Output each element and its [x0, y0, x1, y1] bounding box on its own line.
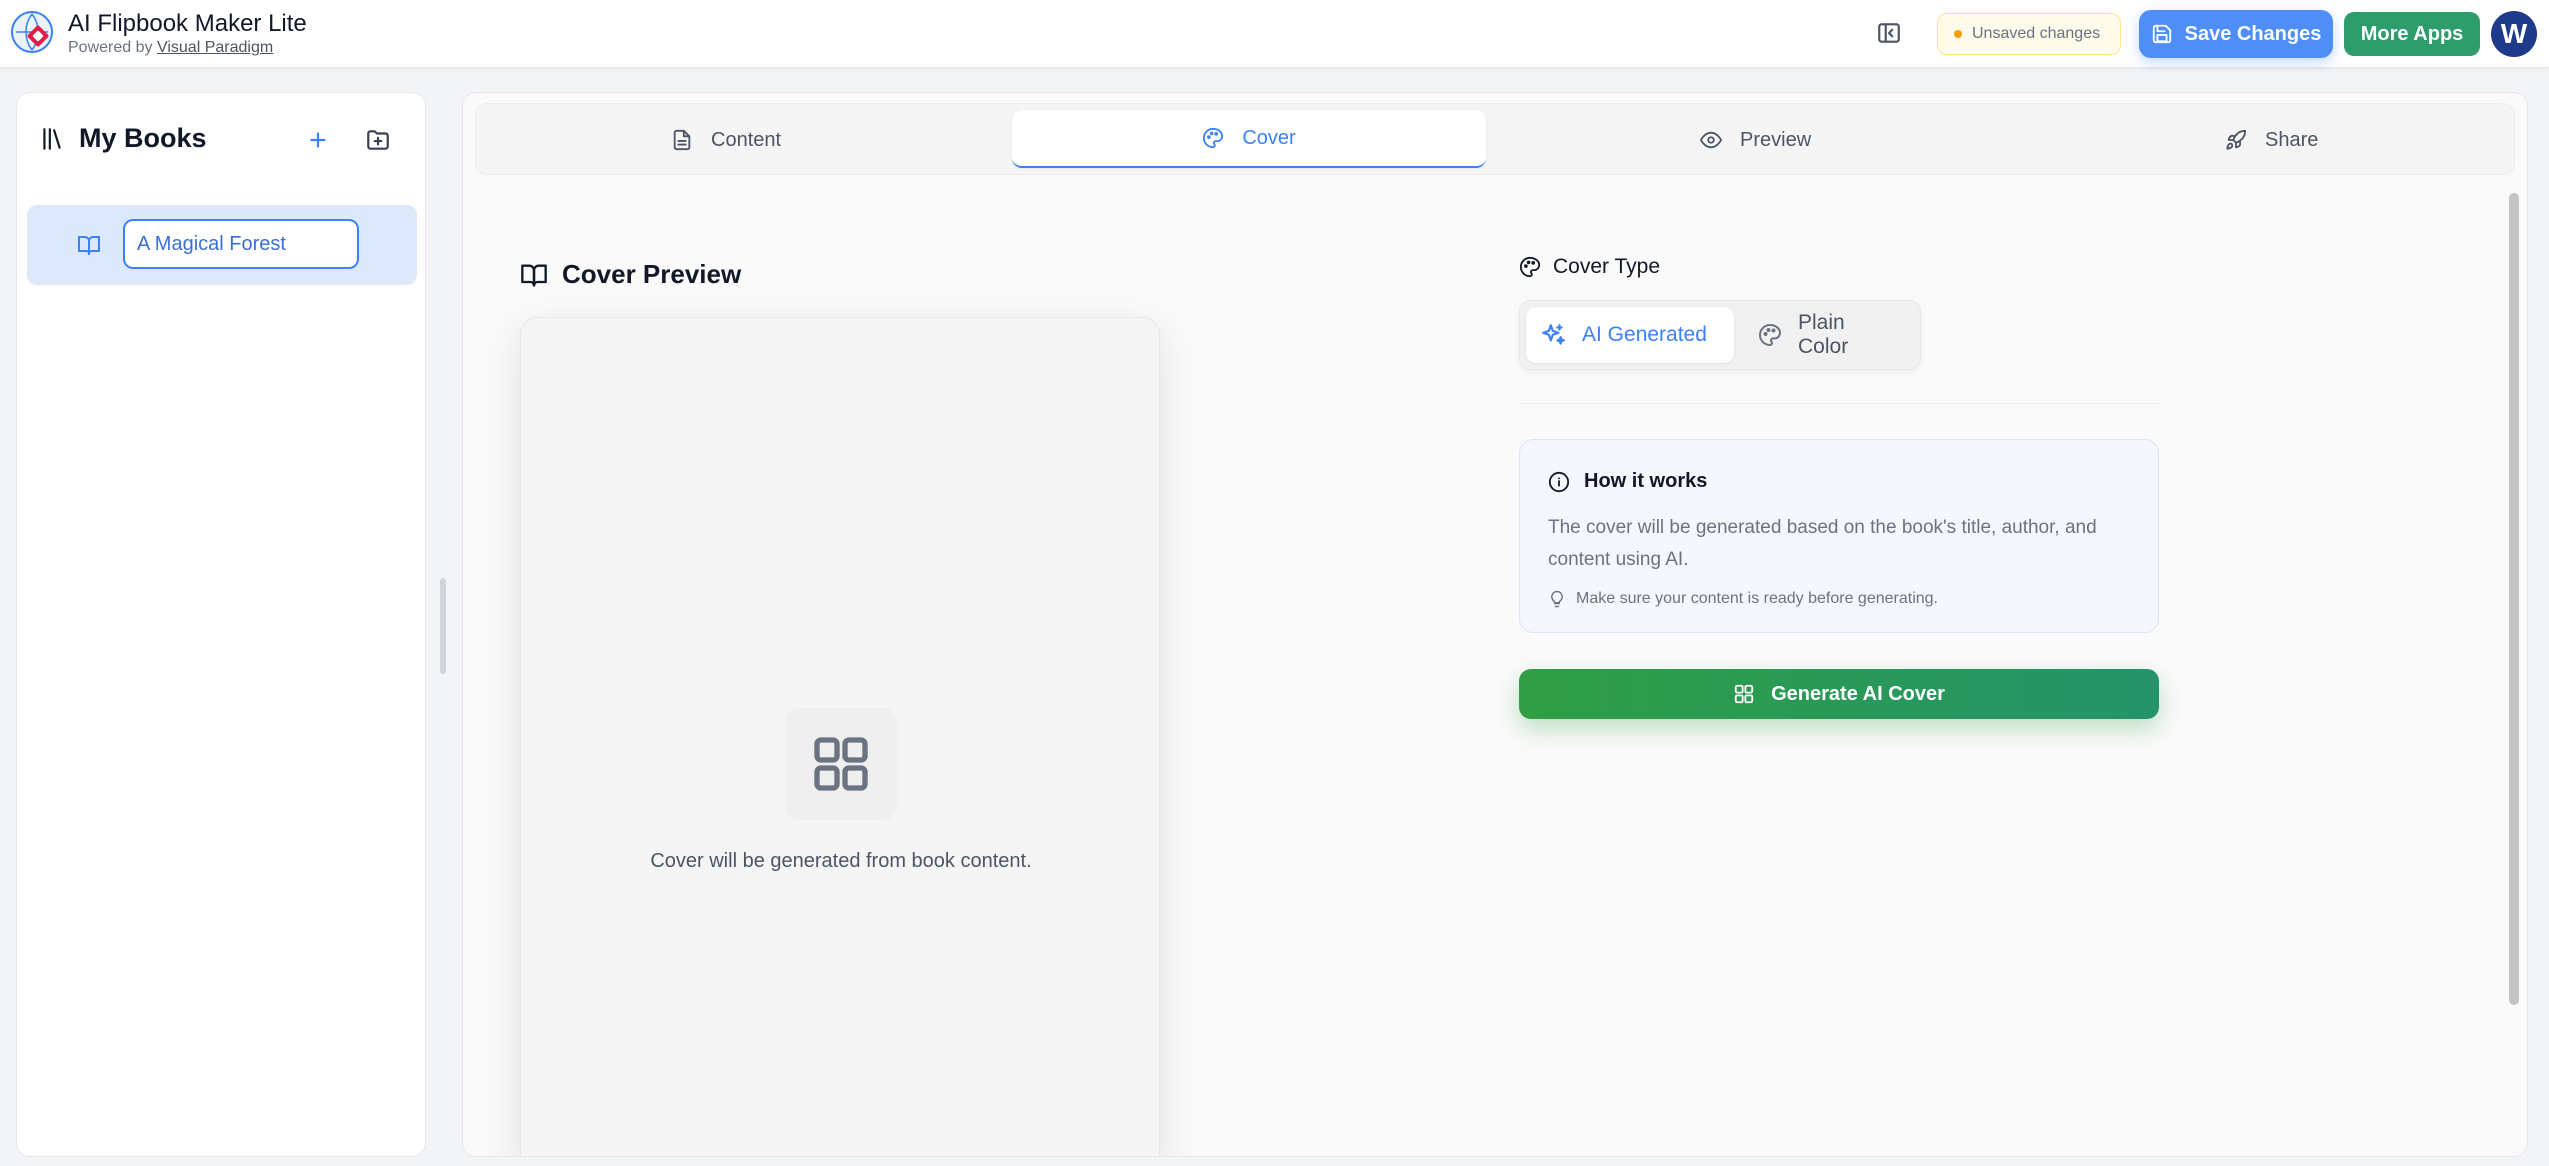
powered-by-text: Powered by — [68, 39, 153, 56]
tab-cover-label: Cover — [1242, 126, 1296, 149]
ai-generated-option[interactable]: AI Generated — [1526, 307, 1734, 363]
book-list-item[interactable] — [27, 205, 417, 285]
document-icon — [671, 129, 693, 151]
how-it-works-tip: Make sure your content is ready before g… — [1548, 590, 1938, 608]
top-bar: AI Flipbook Maker Lite Powered by Visual… — [0, 0, 2549, 68]
library-icon — [39, 126, 65, 152]
open-book-icon — [520, 261, 548, 289]
grid-icon — [785, 708, 897, 820]
cover-type-title: Cover Type — [1553, 255, 1660, 278]
unsaved-text: Unsaved changes — [1972, 25, 2101, 42]
tab-share-label: Share — [2265, 128, 2319, 151]
info-icon — [1548, 471, 1570, 493]
sidebar-title: My Books — [79, 123, 207, 153]
new-folder-icon[interactable] — [365, 127, 391, 153]
sidebar-toggle-icon[interactable] — [1876, 20, 1902, 46]
tab-preview-label: Preview — [1740, 128, 1812, 151]
palette-icon — [1202, 127, 1224, 149]
cover-preview-title: Cover Preview — [562, 259, 742, 289]
tab-bar: Content Cover Preview Share — [475, 103, 2515, 175]
cover-preview-card: Cover will be generated from book conten… — [520, 317, 1160, 1156]
tab-content-label: Content — [711, 128, 782, 151]
add-book-icon[interactable] — [305, 127, 331, 153]
tab-content[interactable]: Content — [671, 104, 781, 176]
cover-type-header: Cover Type — [1519, 255, 1660, 279]
how-it-works-body: The cover will be generated based on the… — [1548, 517, 2097, 570]
how-it-works-box: How it works The cover will be generated… — [1519, 439, 2159, 633]
tab-preview[interactable]: Preview — [1700, 104, 1811, 176]
open-book-icon — [77, 233, 101, 257]
app-title: AI Flipbook Maker Lite — [68, 10, 307, 37]
more-apps-label: More Apps — [2360, 22, 2464, 45]
sidebar-header: My Books — [39, 123, 207, 154]
save-changes-label: Save Changes — [2184, 22, 2322, 45]
plain-color-label: Plain Color — [1798, 311, 1849, 358]
tab-cover[interactable]: Cover — [1012, 110, 1486, 168]
book-title-input[interactable] — [123, 219, 359, 269]
cover-type-toggle: AI Generated Plain Color — [1519, 300, 1921, 370]
generate-ai-cover-label: Generate AI Cover — [1771, 682, 1945, 705]
powered-by: Powered by Visual Paradigm — [68, 39, 273, 57]
unsaved-changes-badge: Unsaved changes — [1937, 13, 2121, 55]
eye-icon — [1700, 129, 1722, 151]
how-it-works-title: How it works — [1584, 470, 1708, 492]
avatar-initial: W — [2500, 18, 2528, 49]
how-it-works-header: How it works — [1548, 470, 1707, 493]
more-apps-button[interactable]: More Apps — [2344, 12, 2480, 56]
app-logo-icon — [10, 10, 54, 54]
plain-color-option[interactable]: Plain Color — [1744, 307, 1914, 363]
palette-icon — [1758, 323, 1782, 347]
lightbulb-icon — [1548, 590, 1566, 608]
editor-panel: Content Cover Preview Share Cover Previe… — [462, 92, 2528, 1157]
rocket-icon — [2225, 129, 2247, 151]
sidebar-resize-handle[interactable] — [440, 578, 446, 674]
tab-share[interactable]: Share — [2225, 104, 2318, 176]
how-it-works-tip-text: Make sure your content is ready before g… — [1576, 590, 1938, 607]
visual-paradigm-link[interactable]: Visual Paradigm — [157, 39, 273, 56]
generate-ai-cover-button[interactable]: Generate AI Cover — [1519, 669, 2159, 719]
sparkles-icon — [1540, 322, 1566, 348]
save-icon — [2151, 23, 2173, 45]
user-avatar[interactable]: W — [2491, 11, 2537, 57]
books-sidebar: My Books — [16, 92, 426, 1157]
cover-placeholder-message: Cover will be generated from book conten… — [650, 850, 1032, 872]
cover-preview-header: Cover Preview — [520, 259, 741, 290]
main-scrollbar[interactable] — [2509, 193, 2519, 1005]
grid-icon — [1733, 683, 1755, 705]
save-changes-button[interactable]: Save Changes — [2139, 10, 2333, 58]
ai-generated-label: AI Generated — [1582, 323, 1707, 346]
palette-icon — [1519, 256, 1541, 278]
section-divider — [1519, 403, 2159, 404]
unsaved-dot-icon — [1954, 30, 1962, 38]
